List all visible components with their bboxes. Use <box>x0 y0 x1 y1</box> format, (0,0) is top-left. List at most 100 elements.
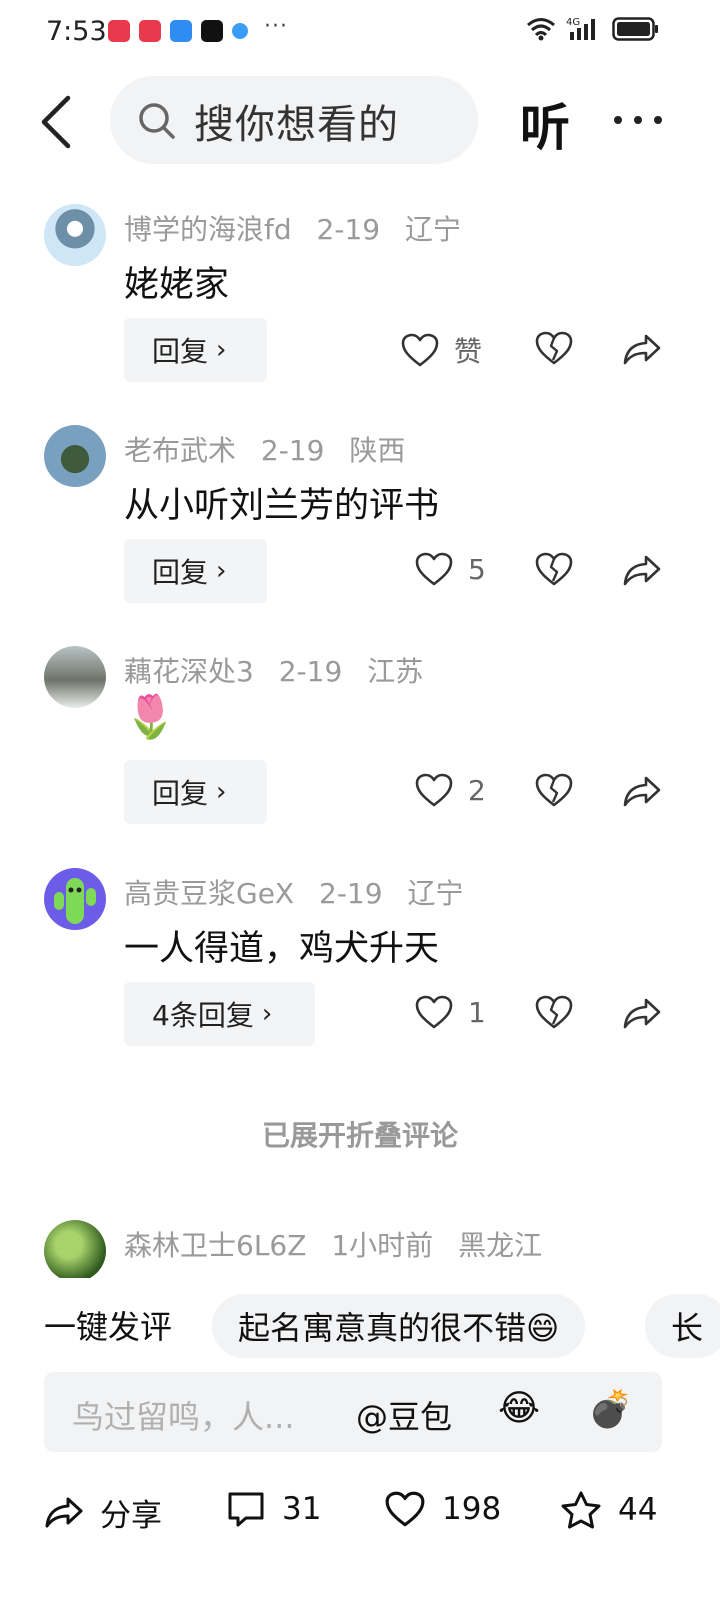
chevron-right-icon: › <box>216 556 227 586</box>
reply-button[interactable]: 回复 › <box>124 760 267 824</box>
heart-icon <box>415 552 453 586</box>
comment-input[interactable]: 鸟过留鸣，人... @豆包 😂 💣 <box>44 1372 662 1452</box>
wifi-icon <box>527 18 555 41</box>
battery-icon <box>612 17 658 41</box>
reply-button[interactable]: 回复 › <box>124 539 267 603</box>
share-icon <box>45 1497 83 1527</box>
status-bar: 7:53 ··· 4G <box>0 0 720 62</box>
comment-username[interactable]: 老布武术 <box>124 434 236 467</box>
reply-button[interactable]: 4条回复 › <box>124 982 315 1046</box>
comment-button[interactable]: 31 <box>226 1490 321 1528</box>
share-icon[interactable] <box>622 774 662 808</box>
avatar[interactable] <box>44 646 106 708</box>
chevron-right-icon: › <box>216 335 227 365</box>
like-count: 198 <box>442 1491 502 1527</box>
app-notification-icon <box>139 20 161 42</box>
reply-label: 回复 <box>152 556 209 589</box>
status-time: 7:53 <box>46 16 107 47</box>
comment-date: 2-19 <box>278 655 343 688</box>
comment-input-placeholder: 鸟过留鸣，人... <box>72 1398 295 1436</box>
comment-date: 2-19 <box>260 434 325 467</box>
like-count: 2 <box>468 773 486 807</box>
top-header: 搜你想看的 听 <box>0 72 720 168</box>
more-icon[interactable] <box>612 114 664 126</box>
like-button[interactable]: 1 <box>414 994 486 1030</box>
comment-text: 从小听刘兰芳的评书 <box>124 486 440 526</box>
comment-text: 姥姥家 <box>124 265 230 305</box>
comment-username[interactable]: 博学的海浪fd <box>124 213 292 246</box>
status-right: 4G <box>526 16 660 42</box>
comment-meta: 高贵豆浆GeX 2-19 辽宁 <box>124 872 479 912</box>
like-count: 1 <box>468 995 486 1029</box>
like-post-button[interactable]: 198 <box>384 1490 501 1528</box>
comment-actions: 5 <box>400 539 680 603</box>
share-icon[interactable] <box>622 553 662 587</box>
comment-location: 江苏 <box>367 655 424 688</box>
share-button[interactable]: 分享 <box>44 1490 162 1535</box>
heart-icon <box>401 333 439 367</box>
comment-date: 1小时前 <box>331 1229 434 1262</box>
comment-actions: 2 <box>400 760 680 824</box>
comment-meta: 博学的海浪fd 2-19 辽宁 <box>124 208 477 248</box>
avatar[interactable] <box>44 425 106 487</box>
weather-app-icon <box>170 20 192 42</box>
favorite-count: 44 <box>618 1492 658 1528</box>
share-label: 分享 <box>100 1498 162 1534</box>
broken-heart-icon[interactable] <box>534 330 574 366</box>
expanded-folded-comments-notice[interactable]: 已展开折叠评论 <box>0 1114 720 1154</box>
quick-comment-chip[interactable]: 长 <box>645 1294 720 1358</box>
comment-icon <box>228 1492 264 1527</box>
comment-item: 森林卫士6L6Z 1小时前 黑龙江 <box>0 1220 720 1278</box>
comment-location: 辽宁 <box>407 877 464 910</box>
quick-comment-row: 一键发评 起名寓意真的很不错😄 长 <box>0 1280 720 1372</box>
notification-icons <box>108 20 248 42</box>
broken-heart-icon[interactable] <box>534 772 574 808</box>
favorite-button[interactable]: 44 <box>560 1490 657 1530</box>
reply-label: 回复 <box>152 335 209 368</box>
comment-actions: 赞 <box>400 318 680 382</box>
search-box[interactable]: 搜你想看的 <box>110 76 478 164</box>
comment-meta: 藕花深处3 2-19 江苏 <box>124 650 439 690</box>
search-placeholder: 搜你想看的 <box>194 102 399 148</box>
reply-label: 回复 <box>152 777 209 810</box>
listen-button[interactable]: 听 <box>520 88 570 160</box>
avatar[interactable] <box>44 1220 106 1278</box>
comment-location: 黑龙江 <box>458 1229 543 1262</box>
tiktok-app-icon <box>201 20 223 42</box>
comment-username[interactable]: 藕花深处3 <box>124 655 254 688</box>
share-icon[interactable] <box>622 332 662 366</box>
comment-meta: 森林卫士6L6Z 1小时前 黑龙江 <box>124 1224 558 1264</box>
browser-app-icon <box>232 23 248 39</box>
comment-location: 辽宁 <box>405 213 462 246</box>
like-button[interactable]: 2 <box>414 772 486 808</box>
signal-icon: 4G <box>566 17 595 40</box>
laughing-emoji-button[interactable]: 😂 <box>498 1388 540 1429</box>
more-notifications-icon: ··· <box>264 14 288 39</box>
broken-heart-icon[interactable] <box>534 551 574 587</box>
share-icon[interactable] <box>622 996 662 1030</box>
bomb-emoji-button[interactable]: 💣 <box>588 1388 633 1430</box>
comment-username[interactable]: 高贵豆浆GeX <box>124 877 294 910</box>
cactus-avatar-icon <box>54 878 96 924</box>
broken-heart-icon[interactable] <box>534 994 574 1030</box>
comment-text: 一人得道，鸡犬升天 <box>124 929 440 969</box>
comment-meta: 老布武术 2-19 陕西 <box>124 429 421 469</box>
avatar[interactable] <box>44 204 106 266</box>
network-type-label: 4G <box>566 17 580 28</box>
comment-count: 31 <box>282 1491 322 1527</box>
chevron-right-icon: › <box>261 999 273 1029</box>
like-count: 5 <box>468 552 486 586</box>
avatar[interactable] <box>44 868 106 930</box>
bottom-action-bar: 分享 31 198 44 <box>0 1490 720 1560</box>
heart-icon <box>415 995 453 1029</box>
search-icon <box>139 103 175 139</box>
quick-comment-chip[interactable]: 起名寓意真的很不错😄 <box>212 1294 586 1358</box>
back-icon[interactable] <box>36 94 76 150</box>
mention-doubao-button[interactable]: @豆包 <box>356 1392 452 1438</box>
like-button[interactable]: 5 <box>414 551 486 587</box>
like-button[interactable]: 赞 <box>400 330 482 370</box>
reply-button[interactable]: 回复 › <box>124 318 267 382</box>
comment-actions: 1 <box>400 982 680 1046</box>
comment-username[interactable]: 森林卫士6L6Z <box>124 1229 306 1262</box>
comment-date: 2-19 <box>319 877 383 910</box>
